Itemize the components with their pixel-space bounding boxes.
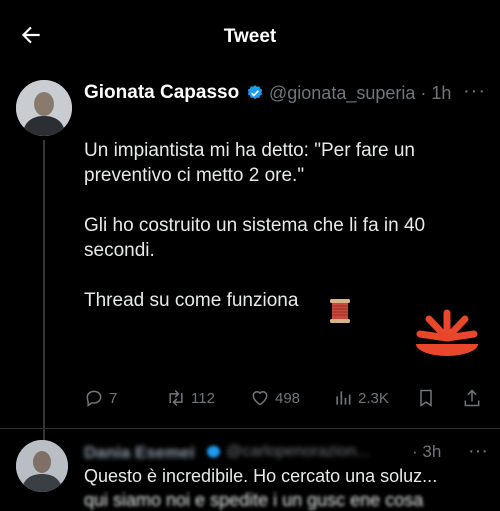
- author-handle-and-time: @gionata_superia · 1h: [269, 83, 451, 104]
- reply-author-name[interactable]: Dania Esemei: [84, 443, 195, 463]
- top-bar: Tweet: [0, 0, 500, 72]
- tweet-time[interactable]: 1h: [431, 83, 451, 103]
- reply-author-avatar[interactable]: [16, 440, 68, 492]
- reply-icon: [86, 390, 102, 407]
- reply-button[interactable]: 7: [84, 388, 117, 408]
- author-name[interactable]: Gionata Capasso: [84, 82, 239, 104]
- views-bar-chart-icon: [336, 391, 351, 405]
- reply-text-line2: qui siamo noi e spedite i un gusc ene co…: [84, 490, 424, 510]
- tweet-actions-bar: 7 112 498 2.3K: [0, 388, 500, 414]
- heart-icon: [252, 391, 268, 406]
- retweet-button[interactable]: 112: [166, 388, 215, 408]
- more-options-icon[interactable]: ···: [463, 80, 486, 103]
- reply-text: Questo è incredibile. Ho cercato una sol…: [84, 466, 438, 486]
- reply-separator-dot: ·: [412, 442, 418, 461]
- bookmark-button[interactable]: [416, 388, 436, 408]
- author-handle[interactable]: @gionata_superia: [269, 83, 415, 103]
- bookmark-icon: [420, 389, 432, 407]
- like-count: 498: [275, 389, 301, 407]
- divider: [0, 428, 500, 429]
- share-button[interactable]: [462, 388, 482, 408]
- page-title: Tweet: [223, 26, 277, 47]
- reply-handle: @carlopenorazion...: [226, 443, 369, 461]
- like-button[interactable]: 498: [250, 388, 300, 408]
- retweet-count: 112: [191, 389, 215, 407]
- verified-badge-icon: [247, 85, 263, 100]
- reply-more-options-icon[interactable]: ···: [468, 440, 488, 463]
- reply-count: 7: [109, 389, 118, 407]
- reply-handle-text[interactable]: @carlopenorazion...: [226, 443, 369, 461]
- tweet-text: Un impiantista mi ha detto: "Per fare un…: [84, 140, 426, 311]
- author-avatar[interactable]: [16, 80, 72, 136]
- separator-dot: ·: [420, 83, 427, 103]
- spool-of-thread-icon: [330, 299, 350, 323]
- reply-time[interactable]: 3h: [422, 442, 441, 461]
- share-icon: [464, 389, 480, 407]
- brand-logo-icon: [416, 309, 478, 356]
- reply-time-wrap: · 3h: [412, 442, 441, 462]
- reply-verified-badge-icon: [206, 445, 221, 459]
- retweet-icon: [169, 389, 183, 407]
- view-count: 2.3K: [358, 389, 389, 407]
- views-button[interactable]: 2.3K: [333, 388, 389, 408]
